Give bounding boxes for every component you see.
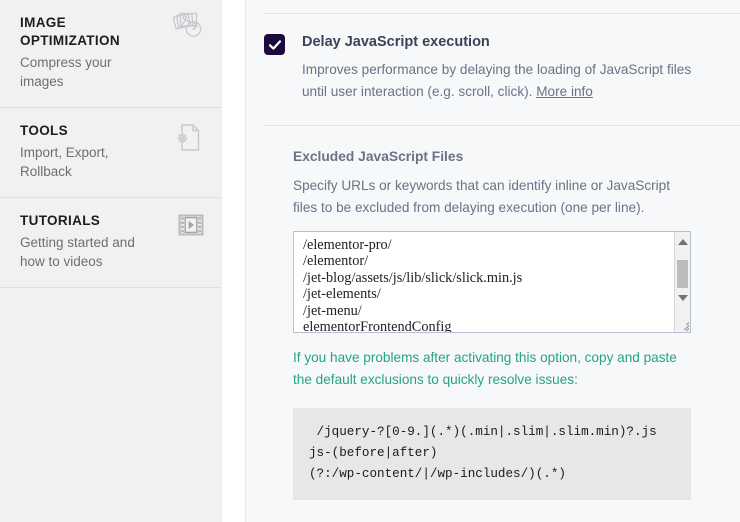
check-icon — [268, 39, 281, 50]
image-optimization-icon — [172, 8, 206, 42]
excluded-files-textarea[interactable]: /elementor-pro/ /elementor/ /jet-blog/as… — [293, 231, 691, 333]
sidebar-item-subtitle: Getting started and how to videos — [20, 235, 135, 269]
exclusions-description: Specify URLs or keywords that can identi… — [293, 178, 671, 215]
tools-document-gear-icon — [172, 121, 206, 155]
sidebar: IMAGE OPTIMIZATION Compress your images … — [0, 0, 222, 522]
sidebar-item-title: TUTORIALS — [20, 213, 101, 228]
scroll-down-arrow-icon[interactable] — [675, 290, 690, 306]
delay-javascript-text: Delay JavaScript execution Improves perf… — [302, 33, 710, 103]
resize-grip-icon[interactable] — [675, 317, 689, 331]
excluded-files-value: /elementor-pro/ /elementor/ /jet-blog/as… — [303, 237, 523, 333]
default-exclusions-code-block: /jquery-?[0-9.](.*)(.min|.slim|.slim.min… — [293, 408, 691, 500]
exclusions-title: Excluded JavaScript Files — [293, 149, 464, 164]
more-info-link[interactable]: More info — [536, 84, 593, 99]
option-title: Delay JavaScript execution — [302, 34, 490, 50]
excluded-javascript-section: Excluded JavaScript Files Specify URLs o… — [246, 126, 740, 522]
layout-gap — [222, 0, 245, 522]
exclusions-note-top: If you have problems after activating th… — [293, 350, 677, 387]
delay-javascript-option-row: Delay JavaScript execution Improves perf… — [246, 14, 740, 125]
sidebar-item-tutorials[interactable]: TUTORIALS Getting started and how to vid… — [0, 197, 222, 288]
settings-panel: Delay JavaScript execution Improves perf… — [245, 0, 740, 522]
settings-page: IMAGE OPTIMIZATION Compress your images … — [0, 0, 740, 522]
sidebar-item-subtitle: Compress your images — [20, 55, 112, 89]
option-description-text: Improves performance by delaying the loa… — [302, 62, 692, 99]
scrollbar-thumb[interactable] — [677, 260, 688, 288]
delay-javascript-checkbox[interactable] — [264, 34, 285, 55]
scroll-up-arrow-icon[interactable] — [675, 234, 690, 250]
option-description: Improves performance by delaying the loa… — [302, 59, 710, 103]
video-play-icon — [178, 212, 204, 238]
sidebar-item-tools[interactable]: TOOLS Import, Export, Rollback — [0, 107, 222, 197]
sidebar-item-image-optimization[interactable]: IMAGE OPTIMIZATION Compress your images — [0, 0, 222, 107]
